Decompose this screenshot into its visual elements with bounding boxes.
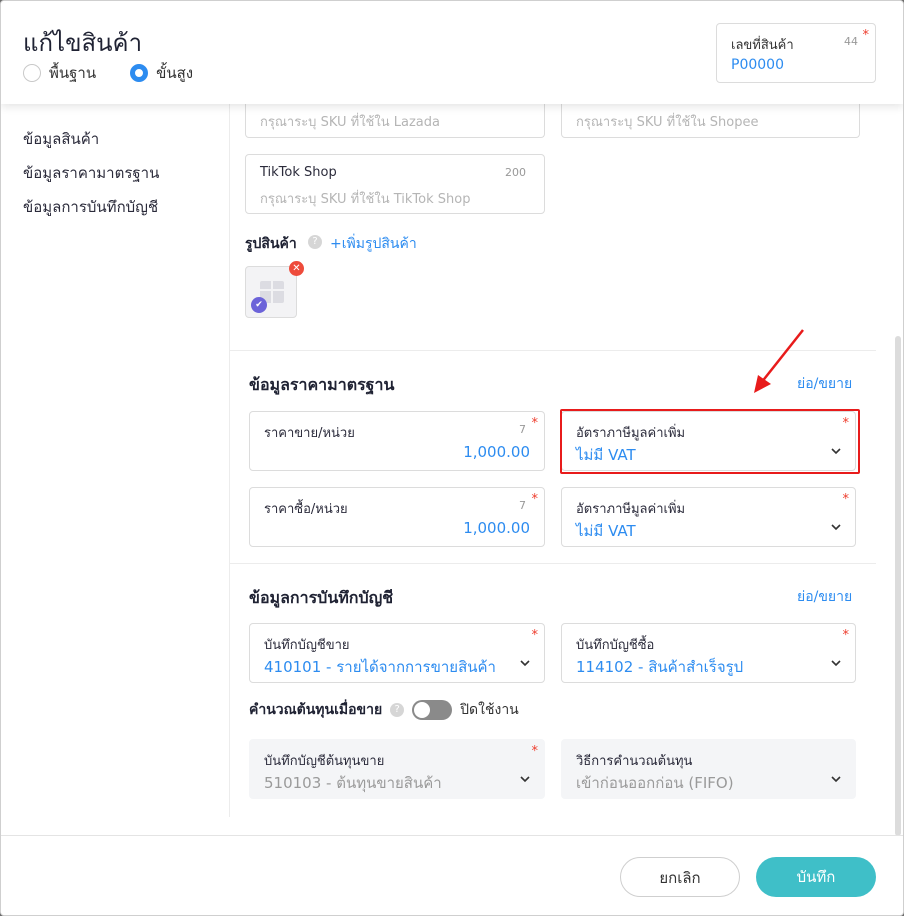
chevron-down-icon <box>831 776 841 783</box>
required-asterisk: * <box>531 416 539 431</box>
scrollbar[interactable] <box>895 336 901 836</box>
page-title: แก้ไขสินค้า <box>23 29 143 57</box>
lazada-sku-placeholder: กรุณาระบุ SKU ที่ใช้ใน Lazada <box>260 115 440 130</box>
sidebar-item-standard-price[interactable]: ข้อมูลราคามาตรฐาน <box>23 163 159 197</box>
tiktok-sku-placeholder: กรุณาระบุ SKU ที่ใช้ใน TikTok Shop <box>260 192 471 207</box>
chevron-down-icon <box>520 660 530 667</box>
cancel-button[interactable]: ยกเลิก <box>620 857 740 897</box>
cost-method-label: วิธีการคำนวณต้นทุน <box>576 754 693 769</box>
buy-vat-value: ไม่มี VAT <box>576 522 636 540</box>
help-icon[interactable]: ? <box>390 703 405 717</box>
sku-value: P00000 <box>731 57 784 73</box>
sku-label: เลขที่สินค้า <box>731 38 794 53</box>
dialog-header: แก้ไขสินค้า พื้นฐาน ขั้นสูง เลขที่สินค้า… <box>1 1 903 104</box>
sales-account-label: บันทึกบัญชีขาย <box>264 638 350 653</box>
product-image-label: รูปสินค้า <box>245 236 297 252</box>
radio-checked-icon <box>130 64 149 82</box>
sku-field[interactable]: เลขที่สินค้า 44 * P00000 <box>716 23 876 83</box>
chevron-down-icon <box>831 524 841 531</box>
sell-price-input[interactable]: ราคาขาย/หน่วย 7 * 1,000.00 <box>249 411 545 471</box>
required-asterisk: * <box>842 628 850 643</box>
shopee-sku-placeholder: กรุณาระบุ SKU ที่ใช้ใน Shopee <box>576 115 759 130</box>
add-product-image-link[interactable]: +เพิ่มรูปสินค้า <box>330 233 417 255</box>
remove-image-icon[interactable]: ✕ <box>289 261 304 276</box>
accounting-section-title: ข้อมูลการบันทึกบัญชี <box>249 588 394 607</box>
radio-basic[interactable]: พื้นฐาน <box>23 61 96 85</box>
annotation-arrow-icon <box>754 329 804 393</box>
section-nav: ข้อมูลสินค้า ข้อมูลราคามาตรฐาน ข้อมูลการ… <box>23 129 159 231</box>
sales-account-value: 410101 - รายได้จากการขายสินค้า <box>264 658 496 676</box>
buy-vat-select[interactable]: อัตราภาษีมูลค่าเพิ่ม * ไม่มี VAT <box>561 487 856 547</box>
radio-basic-label: พื้นฐาน <box>49 64 97 82</box>
required-asterisk: * <box>531 492 539 507</box>
edit-product-dialog: แก้ไขสินค้า พื้นฐาน ขั้นสูง เลขที่สินค้า… <box>0 0 904 916</box>
toggle-knob <box>414 702 431 718</box>
cost-calc-status: ปิดใช้งาน <box>460 702 519 718</box>
cogs-account-value: 510103 - ต้นทุนขายสินค้า <box>264 774 442 792</box>
cogs-account-label: บันทึกบัญชีต้นทุนขาย <box>264 754 385 769</box>
help-icon[interactable]: ? <box>308 235 322 249</box>
tiktok-sku-input[interactable]: TikTok Shop 200 กรุณาระบุ SKU ที่ใช้ใน T… <box>245 154 545 214</box>
checkmark-icon: ✔ <box>251 297 267 313</box>
sell-price-char-count: 7 <box>519 423 526 436</box>
save-button[interactable]: บันทึก <box>756 857 876 897</box>
buy-price-value: 1,000.00 <box>463 519 530 537</box>
sku-char-count: 44 <box>844 35 858 48</box>
mode-radio-group: พื้นฐาน ขั้นสูง <box>23 61 193 85</box>
purchase-account-select[interactable]: บันทึกบัญชีซื้อ * 114102 - สินค้าสำเร็จร… <box>561 623 856 683</box>
cost-calc-label: คำนวณต้นทุนเมื่อขาย <box>249 702 383 718</box>
chevron-down-icon <box>831 660 841 667</box>
cost-method-select: วิธีการคำนวณต้นทุน เข้าก่อนออกก่อน (FIFO… <box>561 739 856 799</box>
buy-price-input[interactable]: ราคาซื้อ/หน่วย 7 * 1,000.00 <box>249 487 545 547</box>
buy-price-char-count: 7 <box>519 499 526 512</box>
required-asterisk: * <box>531 628 539 643</box>
buy-vat-label: อัตราภาษีมูลค่าเพิ่ม <box>576 502 686 517</box>
cost-calc-toggle[interactable] <box>412 700 453 720</box>
accounting-collapse-toggle[interactable]: ย่อ/ขยาย <box>797 586 852 608</box>
required-asterisk: * <box>531 744 539 759</box>
highlight-box <box>560 409 860 474</box>
purchase-account-value: 114102 - สินค้าสำเร็จรูป <box>576 658 744 676</box>
divider <box>230 563 876 564</box>
radio-advanced[interactable]: ขั้นสูง <box>130 61 193 85</box>
cogs-account-select: บันทึกบัญชีต้นทุนขาย * 510103 - ต้นทุนขา… <box>249 739 545 799</box>
chevron-down-icon <box>520 776 530 783</box>
dialog-footer: ยกเลิก บันทึก <box>1 835 903 915</box>
sell-price-label: ราคาขาย/หน่วย <box>264 426 355 441</box>
sell-price-value: 1,000.00 <box>463 443 530 461</box>
cost-method-value: เข้าก่อนออกก่อน (FIFO) <box>576 774 734 792</box>
radio-advanced-label: ขั้นสูง <box>156 64 194 82</box>
sales-account-select[interactable]: บันทึกบัญชีขาย * 410101 - รายได้จากการขา… <box>249 623 545 683</box>
tiktok-label: TikTok Shop <box>260 165 337 180</box>
sidebar-item-product-info[interactable]: ข้อมูลสินค้า <box>23 129 159 163</box>
pricing-section-title: ข้อมูลราคามาตรฐาน <box>249 375 395 394</box>
purchase-account-label: บันทึกบัญชีซื้อ <box>576 638 655 653</box>
buy-price-label: ราคาซื้อ/หน่วย <box>264 502 348 517</box>
required-asterisk: * <box>862 28 870 43</box>
required-asterisk: * <box>842 492 850 507</box>
radio-unchecked-icon <box>23 64 41 82</box>
sidebar-item-accounting[interactable]: ข้อมูลการบันทึกบัญชี <box>23 197 159 231</box>
cost-calc-row: คำนวณต้นทุนเมื่อขาย ? ปิดใช้งาน <box>249 699 519 721</box>
tiktok-char-count: 200 <box>505 166 526 179</box>
